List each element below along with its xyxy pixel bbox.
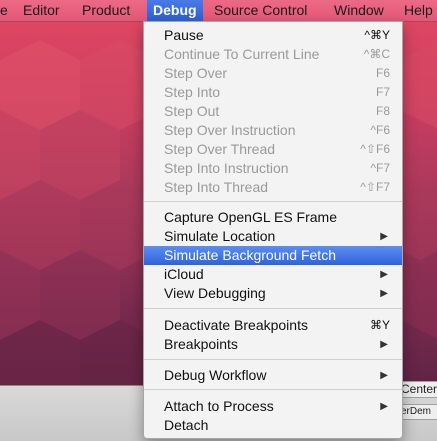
menu-item-view-debugging[interactable]: View Debugging ▶	[144, 284, 402, 303]
menu-separator	[144, 201, 402, 202]
menubar-item-debug[interactable]: Debug	[147, 0, 203, 21]
shortcut-label: F7	[375, 85, 390, 99]
menu-item-step-over-thread[interactable]: Step Over Thread ^⇧F6	[144, 140, 402, 159]
menu-item-label: Simulate Background Fetch	[164, 247, 336, 263]
menu-item-label: Simulate Location	[164, 228, 276, 244]
menu-item-debug-workflow[interactable]: Debug Workflow ▶	[144, 366, 402, 385]
menu-item-step-out[interactable]: Step Out F8	[144, 102, 402, 121]
shortcut-label: ^⇧F6	[360, 142, 390, 156]
menu-item-label: Continue To Current Line	[164, 46, 320, 62]
menu-item-step-over-instruction[interactable]: Step Over Instruction ^F6	[144, 121, 402, 140]
submenu-arrow-icon: ▶	[380, 231, 388, 242]
menubar-item-window[interactable]: Window	[328, 0, 390, 21]
menu-item-icloud[interactable]: iCloud ▶	[144, 265, 402, 284]
menu-item-simulate-location[interactable]: Simulate Location ▶	[144, 227, 402, 246]
menu-item-step-over[interactable]: Step Over F6	[144, 64, 402, 83]
menu-item-label: Step Into Thread	[164, 179, 269, 195]
menu-item-label: Debug Workflow	[164, 367, 267, 383]
background-window-text: Center	[397, 381, 437, 398]
submenu-arrow-icon: ▶	[380, 288, 388, 299]
menu-item-attach-to-process[interactable]: Attach to Process ▶	[144, 397, 402, 416]
menubar-item-product[interactable]: Product	[76, 0, 136, 21]
menu-item-label: Pause	[164, 27, 204, 43]
menu-item-label: Step Out	[164, 103, 220, 119]
menubar-item-source-control[interactable]: Source Control	[208, 0, 313, 21]
menu-item-label: Breakpoints	[164, 336, 238, 352]
submenu-arrow-icon: ▶	[380, 339, 388, 350]
menu-separator	[144, 308, 402, 309]
shortcut-label: ^F7	[370, 161, 390, 175]
menu-item-label: Step Over Instruction	[164, 122, 296, 138]
background-window-text: erDem	[397, 404, 437, 420]
menubar-item-help[interactable]: Help	[398, 0, 437, 21]
menu-item-label: Step Over Thread	[164, 141, 276, 157]
shortcut-label: F6	[375, 66, 390, 80]
menubar-item-partial[interactable]: e	[0, 0, 14, 21]
shortcut-label: ⌘Y	[369, 318, 390, 332]
menu-item-label: iCloud	[164, 266, 204, 282]
menu-separator	[144, 389, 402, 390]
menubar-item-editor[interactable]: Editor	[17, 0, 66, 21]
menu-item-label: View Debugging	[164, 285, 266, 301]
menu-item-label: Detach	[164, 417, 209, 433]
submenu-arrow-icon: ▶	[380, 370, 388, 381]
submenu-arrow-icon: ▶	[380, 401, 388, 412]
shortcut-label: ^⇧F7	[360, 180, 390, 194]
menu-item-step-into-instruction[interactable]: Step Into Instruction ^F7	[144, 159, 402, 178]
debug-menu-dropdown: Pause ^⌘Y Continue To Current Line ^⌘C S…	[143, 21, 403, 439]
menu-item-label: Deactivate Breakpoints	[164, 317, 308, 333]
menu-item-deactivate-breakpoints[interactable]: Deactivate Breakpoints ⌘Y	[144, 316, 402, 335]
menu-item-label: Step Into Instruction	[164, 160, 289, 176]
screen: Center erDem e Editor Product Debug Sour…	[0, 0, 437, 441]
menu-item-simulate-background-fetch[interactable]: Simulate Background Fetch	[144, 246, 402, 265]
menu-item-pause[interactable]: Pause ^⌘Y	[144, 26, 402, 45]
menu-item-label: Attach to Process	[164, 398, 274, 414]
submenu-arrow-icon: ▶	[380, 269, 388, 280]
shortcut-label: ^F6	[370, 123, 390, 137]
shortcut-label: ^⌘C	[363, 47, 390, 61]
menu-item-breakpoints[interactable]: Breakpoints ▶	[144, 335, 402, 354]
shortcut-label: F8	[375, 104, 390, 118]
menu-separator	[144, 359, 402, 360]
menu-item-capture-opengl-es-frame[interactable]: Capture OpenGL ES Frame	[144, 208, 402, 227]
menu-item-continue-to-current-line[interactable]: Continue To Current Line ^⌘C	[144, 45, 402, 64]
menu-item-step-into-thread[interactable]: Step Into Thread ^⇧F7	[144, 178, 402, 197]
menu-item-step-into[interactable]: Step Into F7	[144, 83, 402, 102]
menu-item-label: Step Over	[164, 65, 228, 81]
menu-item-label: Step Into	[164, 84, 221, 100]
menu-item-label: Capture OpenGL ES Frame	[164, 209, 338, 225]
menu-bar: e Editor Product Debug Source Control Wi…	[0, 0, 437, 22]
shortcut-label: ^⌘Y	[364, 28, 390, 42]
menu-item-detach[interactable]: Detach	[144, 416, 402, 435]
